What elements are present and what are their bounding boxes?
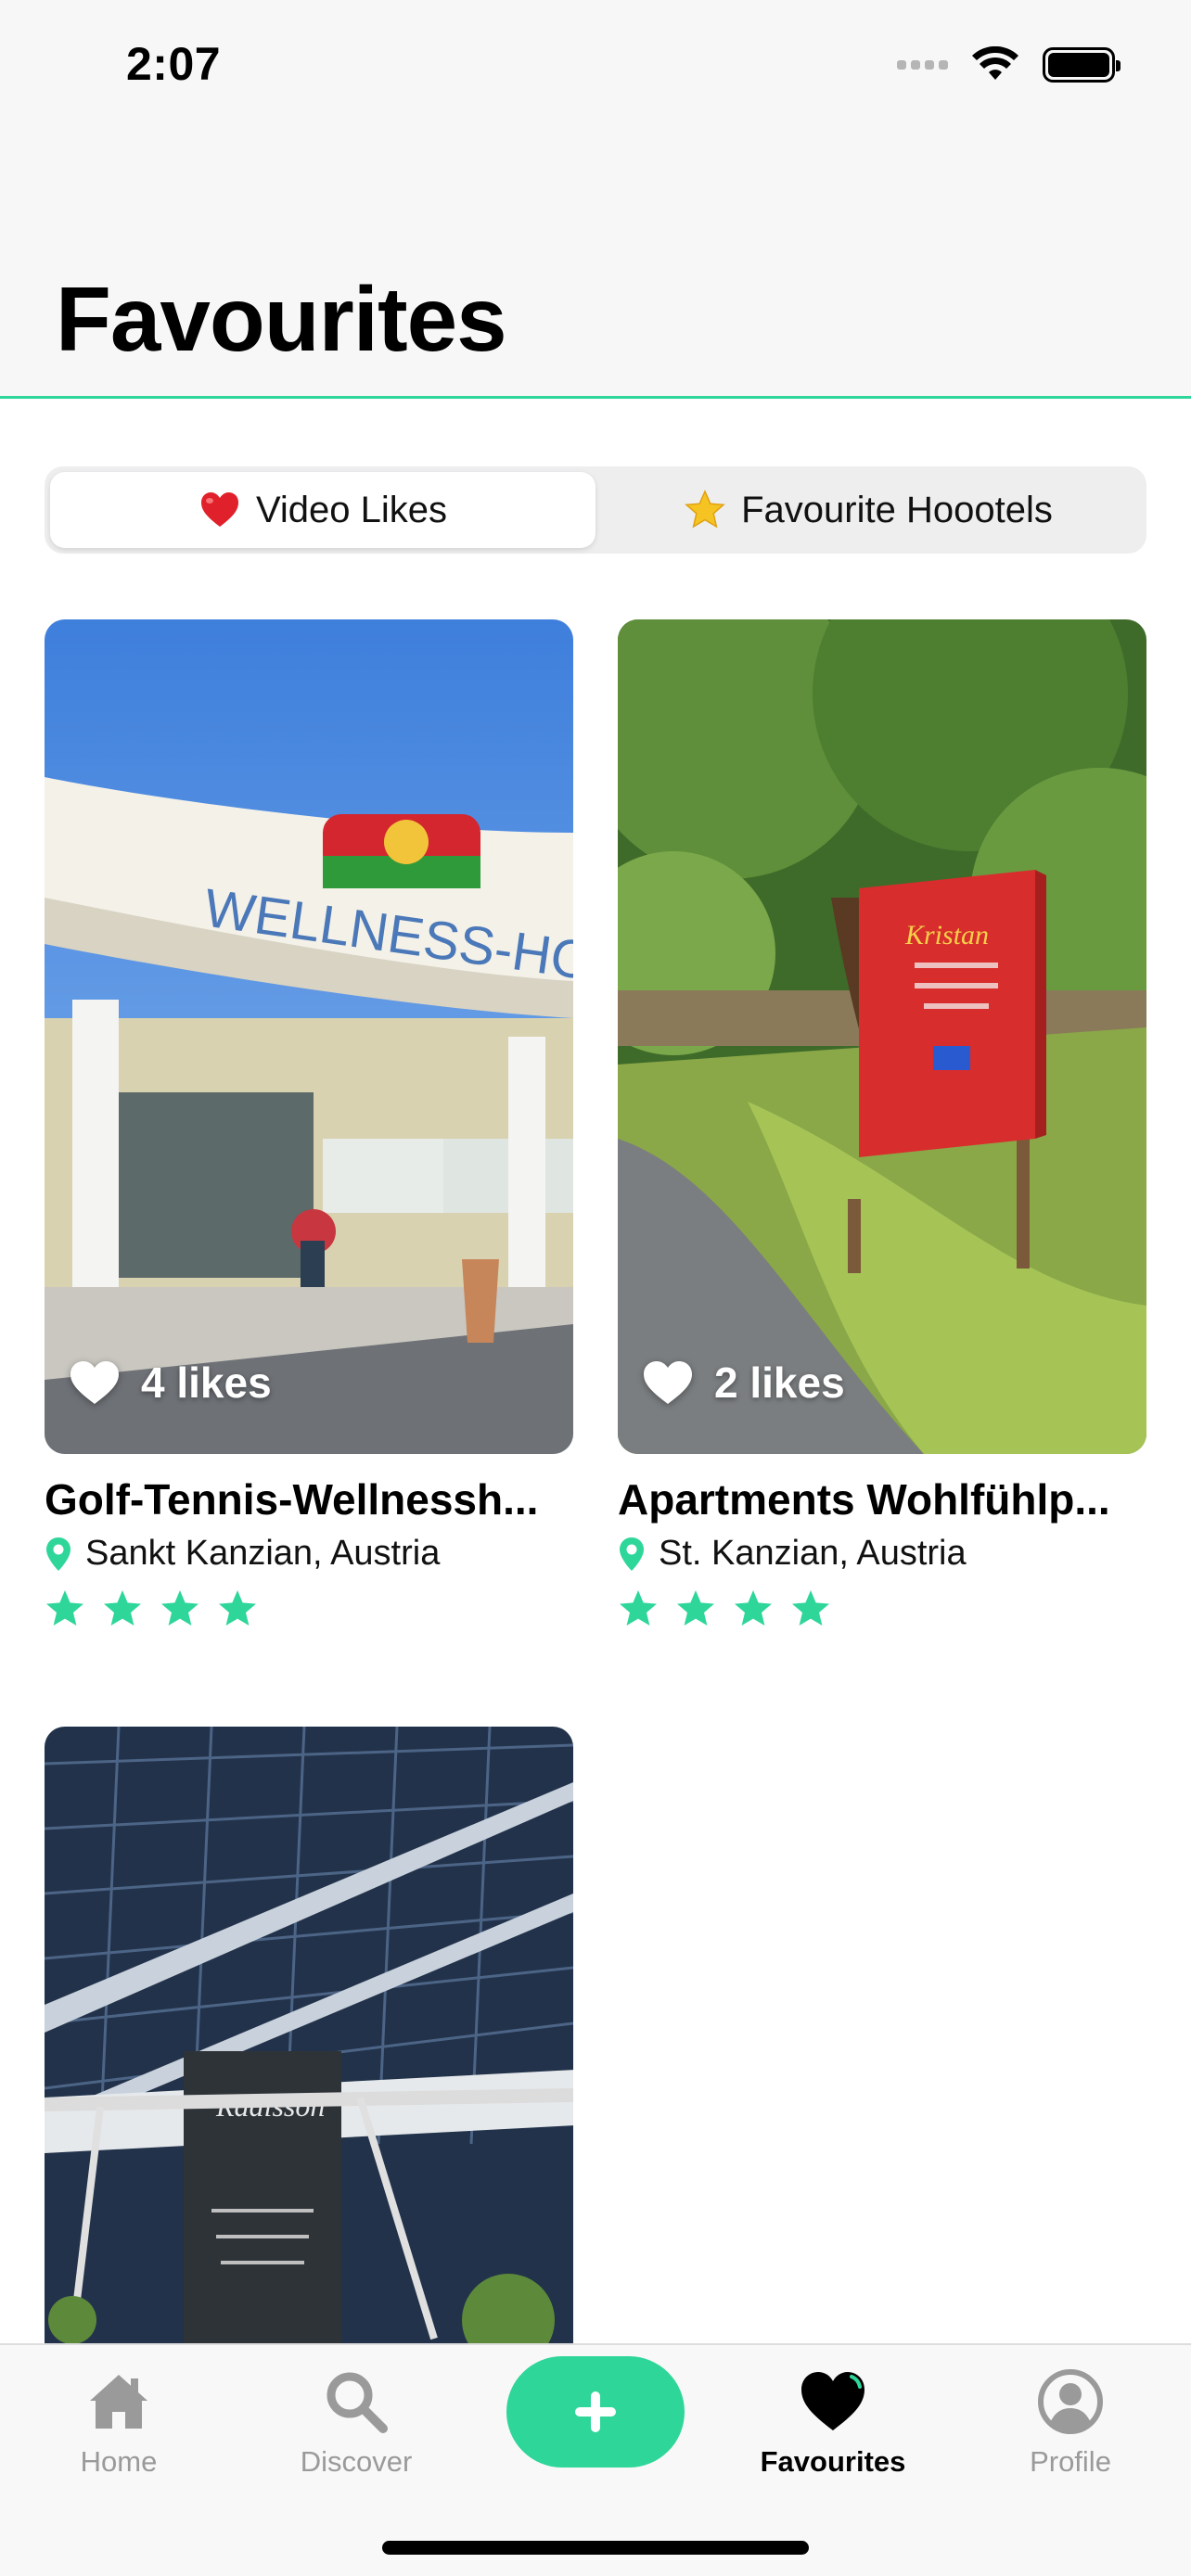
likes-badge: 2 likes <box>642 1358 845 1408</box>
hotel-photo: WELLNESS-HOTEL <box>45 619 573 1454</box>
hotel-card[interactable]: Kristan 2 likes Apartments Wohlfühlp... … <box>618 619 1146 1629</box>
star-rating <box>618 1588 1146 1629</box>
hotel-location: St. Kanzian, Austria <box>618 1534 1146 1574</box>
signal-icon <box>897 60 948 70</box>
segment-favourite-hotels[interactable]: Favourite Hoootels <box>596 472 1141 548</box>
hotel-location-text: St. Kanzian, Austria <box>659 1534 967 1573</box>
tab-discover[interactable]: Discover <box>273 2367 440 2479</box>
header: 2:07 Favourites <box>0 0 1191 399</box>
heart-emoji-icon <box>200 492 238 527</box>
star-icon <box>792 1590 829 1626</box>
star-icon <box>620 1590 657 1626</box>
location-pin-icon <box>46 1537 70 1571</box>
tab-home[interactable]: Home <box>35 2367 202 2479</box>
page-title: Favourites <box>56 268 507 370</box>
tab-favourites-label: Favourites <box>760 2445 906 2478</box>
star-icon <box>46 1590 83 1626</box>
video-thumbnail[interactable]: WELLNESS-HOTEL 4 likes <box>45 619 573 1454</box>
star-emoji-icon <box>685 490 725 529</box>
tab-home-label: Home <box>80 2445 158 2478</box>
star-icon <box>219 1590 256 1626</box>
likes-badge: 4 likes <box>69 1358 272 1408</box>
hotel-photo: Kristan <box>618 619 1146 1454</box>
tab-profile[interactable]: Profile <box>987 2367 1154 2479</box>
hotel-name[interactable]: Golf-Tennis-Wellnessh... <box>45 1474 592 1524</box>
house-icon <box>90 2375 147 2429</box>
battery-icon <box>1043 47 1121 83</box>
add-video-button[interactable] <box>506 2356 685 2468</box>
segment-favourite-hotels-label: Favourite Hoootels <box>741 489 1053 530</box>
tab-discover-label: Discover <box>300 2445 413 2478</box>
star-icon <box>104 1590 141 1626</box>
hotel-card[interactable]: WELLNESS-HOTEL 4 likes Golf-Tennis-Welln… <box>45 619 573 1629</box>
status-indicators <box>897 46 1121 83</box>
video-thumbnail[interactable]: Kristan 2 likes <box>618 619 1146 1454</box>
likes-count: 4 likes <box>141 1358 272 1407</box>
heart-icon <box>644 1361 692 1404</box>
person-circle-icon <box>1038 2369 1103 2434</box>
screen: 2:07 Favourites Video Likes Favourite Ho… <box>0 0 1191 2576</box>
segment-video-likes[interactable]: Video Likes <box>50 472 596 548</box>
home-indicator[interactable] <box>382 2541 809 2555</box>
star-icon <box>677 1590 714 1626</box>
status-time: 2:07 <box>126 38 222 90</box>
svg-text:Kristan: Kristan <box>904 920 989 950</box>
hotel-location: Sankt Kanzian, Austria <box>45 1534 573 1574</box>
hotel-name[interactable]: Apartments Wohlfühlp... <box>618 1474 1165 1524</box>
location-pin-icon <box>620 1537 644 1571</box>
hotel-location-text: Sankt Kanzian, Austria <box>85 1534 441 1573</box>
magnifier-icon <box>327 2372 388 2433</box>
likes-count: 2 likes <box>714 1358 845 1407</box>
tab-profile-label: Profile <box>1030 2445 1111 2478</box>
segment-video-likes-label: Video Likes <box>255 489 448 530</box>
plus-icon <box>575 2391 616 2432</box>
star-icon <box>735 1590 772 1626</box>
heart-icon <box>70 1361 119 1404</box>
wifi-icon <box>972 46 1018 80</box>
star-icon <box>161 1590 198 1626</box>
star-rating <box>45 1588 573 1629</box>
segmented-control: Video Likes Favourite Hoootels <box>45 466 1146 554</box>
heart-icon <box>801 2372 864 2430</box>
tab-favourites[interactable]: Favourites <box>749 2367 916 2479</box>
